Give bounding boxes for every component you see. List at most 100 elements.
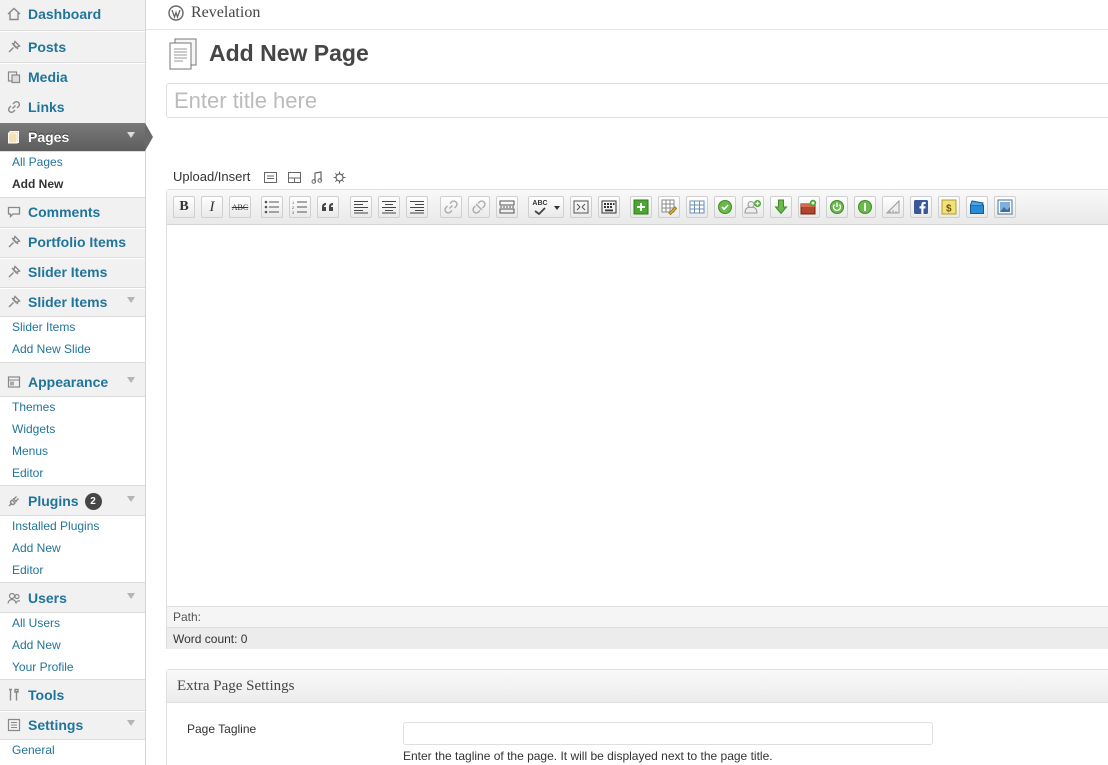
media-icon	[6, 69, 22, 85]
chevron-down-icon[interactable]	[127, 496, 135, 502]
bullet-list-button[interactable]	[261, 196, 283, 218]
align-right-button[interactable]	[406, 196, 428, 218]
page-tagline-help: Enter the tagline of the page. It will b…	[403, 749, 773, 763]
submenu-your-profile[interactable]: Your Profile	[12, 660, 74, 674]
editor-toolbar: B I ABC 123 ABC $	[167, 190, 1108, 225]
facebook-button[interactable]	[910, 196, 932, 218]
chevron-down-icon[interactable]	[127, 297, 135, 303]
submenu-all-users[interactable]: All Users	[12, 616, 60, 630]
image-frame-button[interactable]	[994, 196, 1016, 218]
kitchen-sink-button[interactable]	[598, 196, 620, 218]
menu-links[interactable]: Links	[0, 93, 145, 121]
download-arrow-button[interactable]	[770, 196, 792, 218]
editor-content-area[interactable]	[167, 225, 1108, 606]
table-button[interactable]	[686, 196, 708, 218]
submenu-widgets[interactable]: Widgets	[12, 422, 55, 436]
menu-label: Pages	[28, 129, 70, 145]
submenu-installed-plugins[interactable]: Installed Plugins	[12, 519, 99, 533]
add-user-button[interactable]	[742, 196, 764, 218]
bold-button[interactable]: B	[173, 196, 195, 218]
submenu-menus[interactable]: Menus	[12, 444, 48, 458]
site-name[interactable]: Revelation	[191, 4, 260, 22]
insert-link-button[interactable]	[440, 196, 462, 218]
chevron-down-icon[interactable]	[127, 377, 135, 383]
add-shortcode-button[interactable]	[630, 196, 652, 218]
menu-posts[interactable]: Posts	[0, 33, 145, 61]
submenu-add-new-user[interactable]: Add New	[12, 638, 61, 652]
clapperboard-button[interactable]	[966, 196, 988, 218]
pages-icon	[6, 129, 22, 145]
post-title-input[interactable]	[166, 83, 1108, 118]
unlink-button[interactable]	[468, 196, 490, 218]
ruler-button[interactable]	[882, 196, 904, 218]
menu-users[interactable]: Users	[0, 584, 145, 612]
spellcheck-button[interactable]: ABC	[528, 196, 564, 218]
add-image-icon[interactable]	[263, 170, 277, 184]
blockquote-button[interactable]	[317, 196, 339, 218]
submenu-add-new-page[interactable]: Add New	[12, 177, 63, 191]
menu-pages[interactable]: Pages	[0, 123, 153, 151]
chevron-down-icon[interactable]	[127, 593, 135, 599]
green-check-circle-button[interactable]	[714, 196, 736, 218]
pin-icon	[6, 234, 22, 250]
page-title: Add New Page	[209, 40, 369, 66]
menu-settings[interactable]: Settings	[0, 711, 145, 739]
page-tagline-input[interactable]	[403, 722, 933, 745]
strikethrough-button[interactable]: ABC	[229, 196, 251, 218]
svg-text:$: $	[946, 204, 952, 215]
chevron-down-icon[interactable]	[127, 720, 135, 726]
align-center-button[interactable]	[378, 196, 400, 218]
pin-icon	[6, 294, 22, 310]
word-count: Word count: 0	[167, 627, 1108, 649]
more-tag-button[interactable]	[496, 196, 518, 218]
submenu-all-pages[interactable]: All Pages	[12, 155, 63, 169]
meta-box-title[interactable]: Extra Page Settings	[167, 670, 1108, 703]
power-toggle-button[interactable]	[826, 196, 848, 218]
menu-media[interactable]: Media	[0, 63, 145, 91]
wordpress-logo-icon[interactable]	[168, 5, 184, 24]
page-icon	[168, 38, 198, 73]
align-left-button[interactable]	[350, 196, 372, 218]
menu-slider-items[interactable]: Slider Items	[0, 258, 145, 286]
menu-label: Dashboard	[28, 6, 102, 22]
fullscreen-button[interactable]	[570, 196, 592, 218]
menu-label: Plugins	[28, 493, 79, 509]
gift-box-button[interactable]	[798, 196, 820, 218]
menu-tools[interactable]: Tools	[0, 681, 145, 709]
menu-plugins[interactable]: Plugins 2	[0, 487, 145, 515]
submenu-add-new-slide[interactable]: Add New Slide	[12, 342, 91, 356]
menu-label: Media	[28, 69, 68, 85]
menu-portfolio-items[interactable]: Portfolio Items	[0, 228, 145, 256]
submenu-theme-editor[interactable]: Editor	[12, 466, 43, 480]
add-media-icon[interactable]	[332, 170, 346, 184]
add-video-icon[interactable]	[287, 170, 301, 184]
plug-icon	[6, 493, 22, 509]
chevron-down-icon[interactable]	[127, 132, 135, 138]
content-editor: B I ABC 123 ABC $ Path: Word count: 0	[166, 189, 1108, 649]
dollar-button[interactable]: $	[938, 196, 960, 218]
submenu-slider-items[interactable]: Slider Items	[12, 320, 75, 334]
italic-button[interactable]: I	[201, 196, 223, 218]
menu-label: Slider Items	[28, 294, 108, 310]
chevron-down-icon	[554, 206, 560, 210]
home-icon	[6, 6, 22, 22]
add-audio-icon[interactable]	[310, 170, 324, 184]
power-toggle-2-button[interactable]	[854, 196, 876, 218]
upload-insert-label: Upload/Insert	[173, 169, 251, 184]
submenu-general-settings[interactable]: General	[12, 743, 55, 757]
comment-icon	[6, 204, 22, 220]
edit-table-button[interactable]	[658, 196, 680, 218]
submenu-add-new-plugin[interactable]: Add New	[12, 541, 61, 555]
submenu-plugin-editor[interactable]: Editor	[12, 563, 43, 577]
menu-appearance[interactable]: Appearance	[0, 368, 145, 396]
appearance-icon	[6, 374, 22, 390]
tools-icon	[6, 687, 22, 703]
menu-dashboard[interactable]: Dashboard	[0, 0, 145, 28]
menu-label: Users	[28, 590, 67, 606]
menu-label: Tools	[28, 687, 65, 703]
submenu-themes[interactable]: Themes	[12, 400, 55, 414]
numbered-list-button[interactable]: 123	[289, 196, 311, 218]
menu-comments[interactable]: Comments	[0, 198, 145, 226]
menu-label: Posts	[28, 39, 67, 55]
menu-slider-items-2[interactable]: Slider Items	[0, 288, 145, 316]
